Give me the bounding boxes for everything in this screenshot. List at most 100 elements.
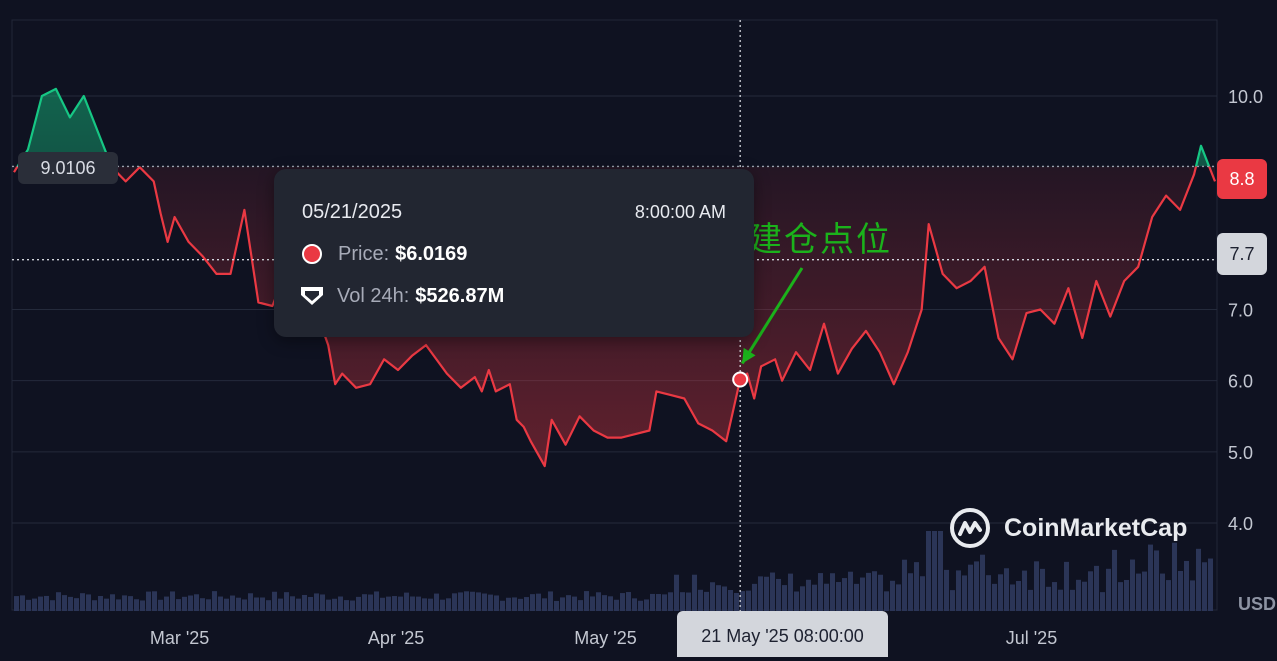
volume-bar: [560, 597, 565, 611]
volume-bar: [470, 591, 475, 611]
volume-bar: [236, 597, 241, 611]
volume-bar: [998, 574, 1003, 611]
y-tick-label: 5.0: [1228, 443, 1253, 463]
volume-bar: [296, 598, 301, 611]
volume-bar: [914, 562, 919, 611]
volume-bar: [134, 599, 139, 611]
volume-bar: [326, 599, 331, 611]
volume-bar: [674, 574, 679, 611]
volume-bar: [194, 594, 199, 611]
volume-bar: [218, 596, 223, 611]
volume-bar: [464, 591, 469, 611]
tooltip-price-value: $6.0169: [395, 242, 468, 265]
volume-bar: [308, 596, 313, 611]
volume-bar: [398, 596, 403, 611]
volume-bar: [38, 596, 43, 611]
volume-bar: [566, 595, 571, 611]
volume-bar: [284, 592, 289, 611]
volume-bar: [836, 582, 841, 611]
volume-bar: [206, 599, 211, 611]
volume-bar: [338, 596, 343, 611]
volume-bar: [26, 599, 31, 611]
volume-bar: [164, 596, 169, 611]
volume-bar: [746, 590, 751, 611]
x-axis-ticks: Mar '25 Apr '25 May '25 Jul '25: [150, 628, 1057, 648]
volume-bar: [962, 575, 967, 611]
volume-bar: [200, 598, 205, 611]
volume-bar: [368, 594, 373, 611]
volume-bar: [1130, 559, 1135, 611]
volume-bar: [764, 576, 769, 611]
y-tick-label: 10.0: [1228, 87, 1263, 107]
volume-bar: [602, 595, 607, 611]
volume-bar: [266, 600, 271, 611]
volume-bar: [866, 572, 871, 611]
volume-bar: [224, 598, 229, 611]
volume-bar: [956, 570, 961, 611]
volume-bar: [1064, 561, 1069, 611]
volume-bar: [524, 597, 529, 611]
volume-bar: [644, 599, 649, 611]
volume-bar: [1208, 558, 1213, 611]
volume-bar: [1112, 549, 1117, 611]
volume-bar: [770, 572, 775, 611]
volume-bar: [854, 583, 859, 611]
volume-bar: [44, 595, 49, 611]
volume-bar: [902, 559, 907, 611]
volume-bar: [662, 594, 667, 611]
currency-label: USD: [1238, 594, 1277, 614]
volume-bar: [1148, 544, 1153, 611]
volume-bar: [794, 591, 799, 611]
volume-bar: [1094, 565, 1099, 611]
volume-bar: [1172, 542, 1177, 611]
volume-bar: [968, 564, 973, 611]
hover-point: [732, 371, 749, 388]
volume-bar: [584, 591, 589, 611]
tooltip-volume-label: Vol 24h:: [337, 284, 410, 307]
volume-bar: [1022, 570, 1027, 611]
hover-marker: [732, 371, 749, 388]
volume-bar: [80, 593, 85, 611]
volume-bar: [668, 592, 673, 611]
volume-bar: [782, 585, 787, 611]
tooltip-volume-value: $526.87M: [415, 284, 505, 307]
volume-bar: [50, 600, 55, 611]
volume-bar: [1136, 573, 1141, 611]
volume-bar: [710, 582, 715, 611]
x-tick-label: May '25: [574, 628, 636, 648]
volume-bar: [788, 573, 793, 611]
volume-bar: [596, 592, 601, 611]
volume-bar: [14, 596, 19, 611]
volume-bar: [56, 592, 61, 611]
volume-bar: [758, 576, 763, 611]
volume-bar: [1088, 571, 1093, 611]
volume-bar: [140, 600, 145, 611]
volume-bar: [314, 593, 319, 611]
volume-bar: [1190, 580, 1195, 611]
logo-text: CoinMarketCap: [1004, 513, 1188, 542]
volume-bar: [650, 593, 655, 611]
volume-bar: [800, 586, 805, 611]
volume-bar: [986, 575, 991, 611]
volume-bar: [1100, 592, 1105, 611]
price-dot-icon: [302, 244, 322, 264]
entry-point-annotation: 建仓点位: [748, 220, 892, 260]
volume-bar: [212, 591, 217, 611]
volume-bar: [872, 571, 877, 611]
coinmarketcap-logo-icon: [950, 508, 990, 548]
volume-bar: [350, 600, 355, 611]
volume-bar: [332, 598, 337, 611]
volume-bar: [974, 561, 979, 611]
volume-bar: [686, 592, 691, 611]
volume-bar: [716, 585, 721, 611]
volume-bar: [230, 595, 235, 611]
volume-bar: [1184, 560, 1189, 611]
volume-bar: [578, 600, 583, 611]
crosshair-date-badge: 21 May '25 08:00:00: [677, 611, 888, 657]
volume-bar: [878, 574, 883, 611]
volume-bar: [548, 591, 553, 611]
volume-bar: [572, 596, 577, 611]
volume-bar: [86, 594, 91, 611]
volume-bar: [704, 591, 709, 611]
volume-bar: [278, 598, 283, 611]
